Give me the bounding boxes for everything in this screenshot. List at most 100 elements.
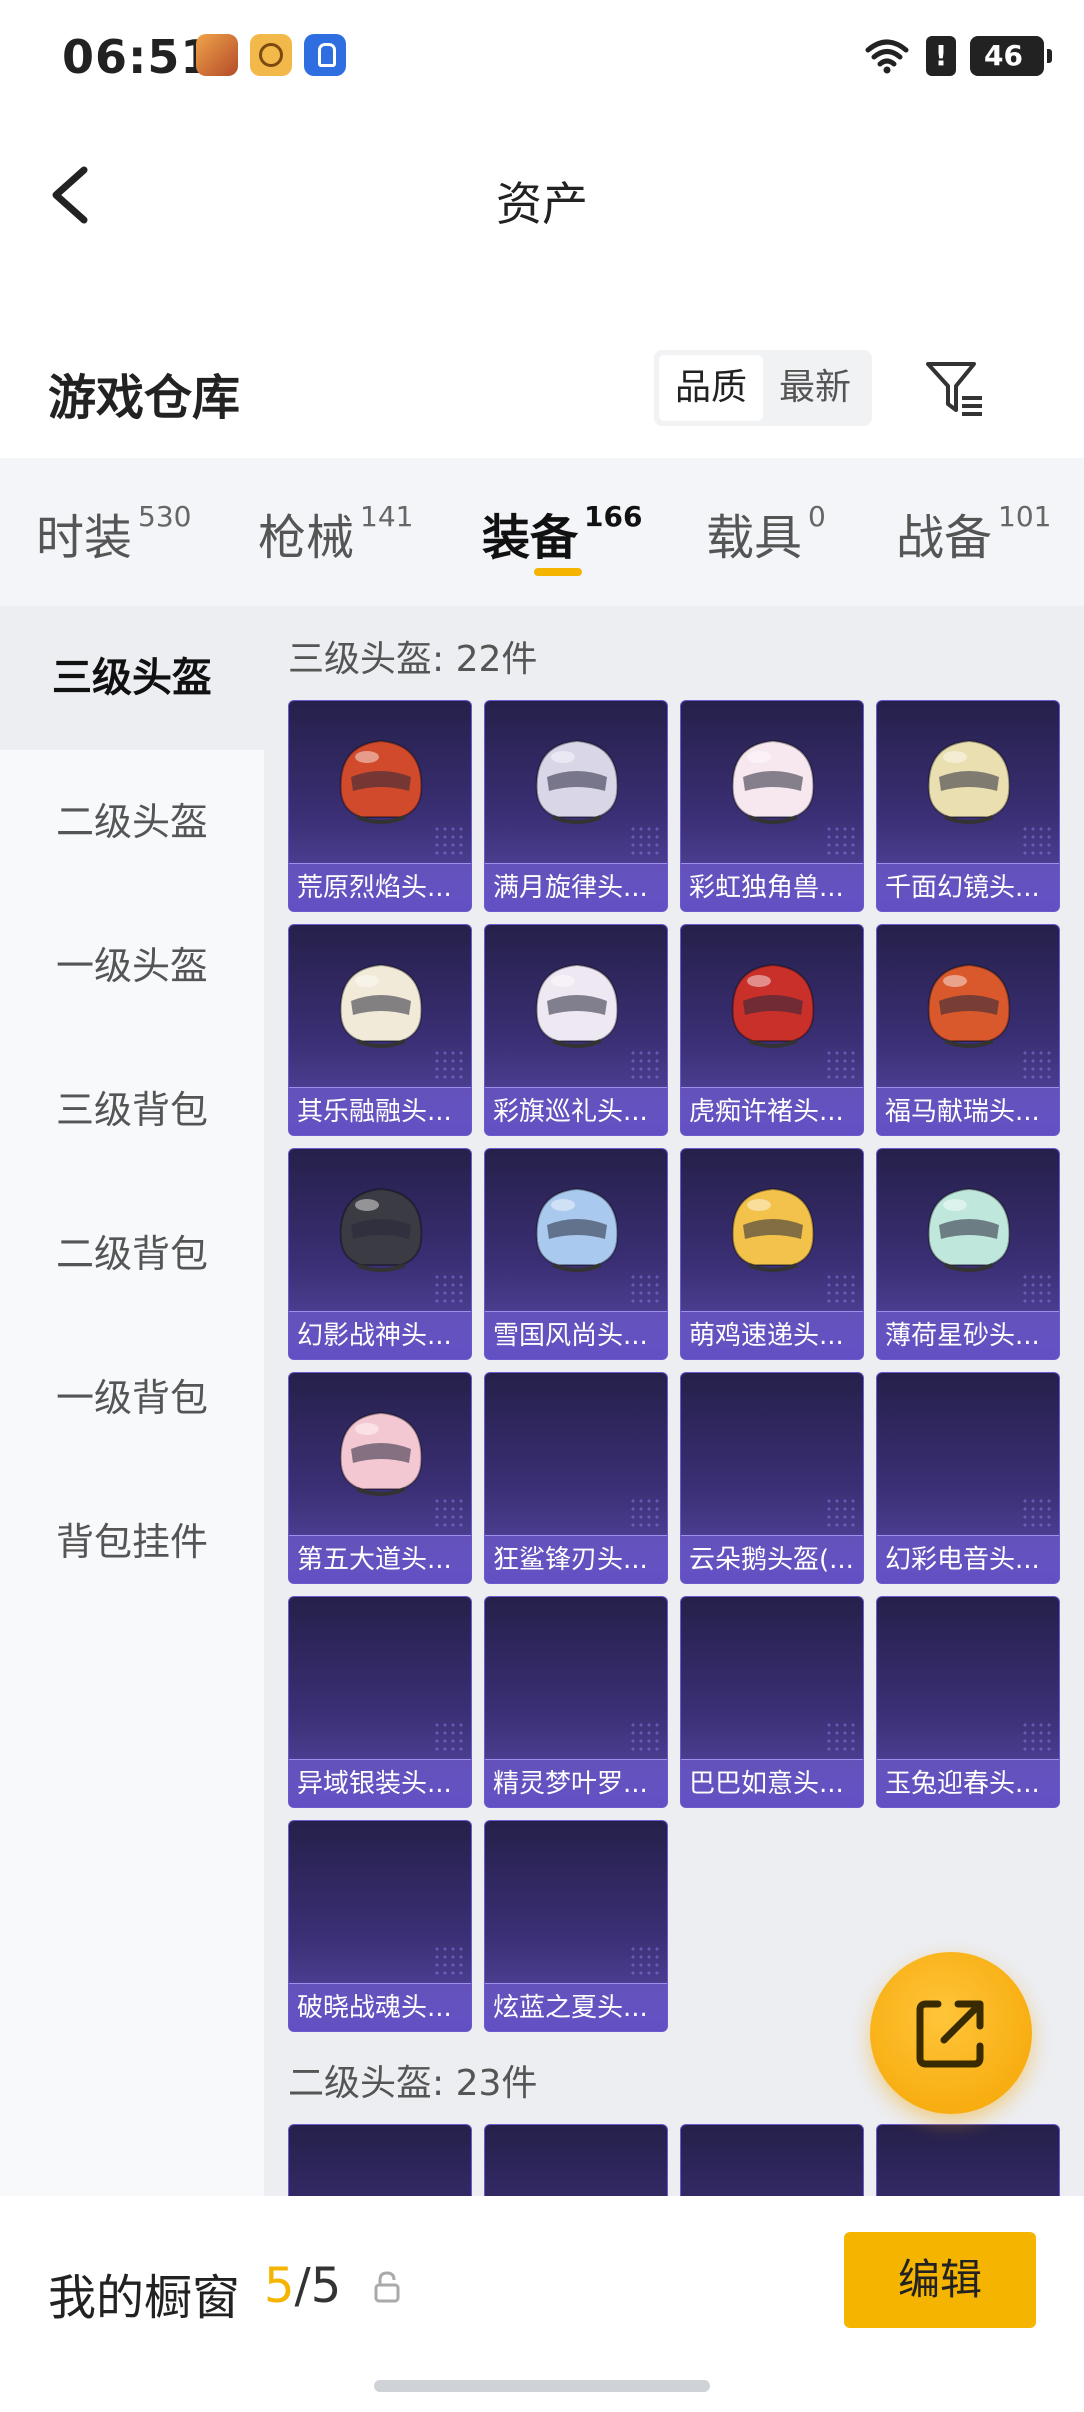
game-app-icon: [196, 34, 238, 76]
showcase-label: 我的橱窗: [48, 2270, 241, 2326]
tab-count: 141: [360, 500, 414, 533]
sort-toggle: 品质 最新: [654, 350, 872, 426]
item-card[interactable]: 云朵鹅头盔(...: [680, 1372, 864, 1584]
battery-icon: 46: [970, 36, 1052, 76]
sidebar-item-level2-helmet[interactable]: 二级头盔: [0, 750, 264, 894]
card-pattern: [1021, 1049, 1051, 1079]
status-bar: 06:51 ! 46: [0, 0, 1084, 110]
item-card[interactable]: 玉兔迎春头...: [876, 1596, 1060, 1808]
warehouse-header: 游戏仓库 品质 最新: [0, 330, 1084, 450]
item-card[interactable]: 幻彩电音头...: [876, 1372, 1060, 1584]
card-pattern: [825, 1721, 855, 1751]
item-card[interactable]: 破晓战魂头...: [288, 1820, 472, 2032]
tab-equipment[interactable]: 装备 166: [482, 498, 642, 568]
item-name: 云朵鹅头盔(...: [681, 1535, 863, 1583]
sidebar-item-level2-backpack[interactable]: 二级背包: [0, 1182, 264, 1326]
card-pattern: [629, 1049, 659, 1079]
showcase-separator: /: [294, 2258, 311, 2314]
item-name: 荒原烈焰头...: [289, 863, 471, 911]
tab-firearms[interactable]: 枪械 141: [258, 498, 413, 568]
item-name: 狂鲨锋刃头...: [485, 1535, 667, 1583]
item-grid: [288, 2124, 1068, 2196]
card-pattern: [825, 1273, 855, 1303]
item-card[interactable]: [484, 2124, 668, 2196]
item-name: 幻彩电音头...: [877, 1535, 1059, 1583]
item-name: 萌鸡速递头...: [681, 1311, 863, 1359]
helmet-icon: [731, 963, 815, 1048]
tab-label: 战备: [896, 510, 993, 566]
sidebar-item-backpack-pendant[interactable]: 背包挂件: [0, 1470, 264, 1614]
card-pattern: [433, 1497, 463, 1527]
item-card[interactable]: 其乐融融头...: [288, 924, 472, 1136]
item-name: 异域银装头...: [289, 1759, 471, 1807]
sidebar-item-level3-helmet[interactable]: 三级头盔: [0, 606, 264, 750]
lightbulb-app-icon: [304, 34, 346, 76]
item-card[interactable]: 虎痴许褚头...: [680, 924, 864, 1136]
item-card[interactable]: 精灵梦叶罗...: [484, 1596, 668, 1808]
item-card[interactable]: 满月旋律头...: [484, 700, 668, 912]
item-card[interactable]: 第五大道头...: [288, 1372, 472, 1584]
status-time: 06:51: [62, 30, 214, 84]
item-card[interactable]: 狂鲨锋刃头...: [484, 1372, 668, 1584]
page-title: 资产: [496, 177, 588, 231]
item-name: 幻影战神头...: [289, 1311, 471, 1359]
item-card[interactable]: 巴巴如意头...: [680, 1596, 864, 1808]
item-name: 雪国风尚头...: [485, 1311, 667, 1359]
tab-label: 载具: [706, 510, 803, 566]
card-pattern: [433, 825, 463, 855]
sidebar: 三级头盔 二级头盔 一级头盔 三级背包 二级背包 一级背包 背包挂件: [0, 606, 264, 2196]
warehouse-title: 游戏仓库: [48, 370, 241, 426]
helmet-icon: [535, 739, 619, 824]
helmet-icon: [339, 963, 423, 1048]
share-button[interactable]: [870, 1952, 1032, 2114]
showcase-total: 5: [310, 2258, 342, 2314]
tab-vehicles[interactable]: 载具 0: [706, 498, 826, 568]
helmet-icon: [731, 739, 815, 824]
item-name: 巴巴如意头...: [681, 1759, 863, 1807]
item-name: 虎痴许褚头...: [681, 1087, 863, 1135]
tab-outfit[interactable]: 时装 530: [36, 498, 191, 568]
edit-button[interactable]: 编辑: [844, 2232, 1036, 2328]
sort-newest-button[interactable]: 最新: [763, 355, 867, 421]
tab-count: 101: [998, 500, 1052, 533]
item-card[interactable]: [680, 2124, 864, 2196]
item-card[interactable]: 千面幻镜头...: [876, 700, 1060, 912]
tab-count: 166: [584, 500, 643, 533]
section-title: 二级头盔: 23件: [288, 2063, 538, 2104]
item-card[interactable]: 异域银装头...: [288, 1596, 472, 1808]
item-card[interactable]: 彩旗巡礼头...: [484, 924, 668, 1136]
item-card[interactable]: 福马献瑞头...: [876, 924, 1060, 1136]
item-card[interactable]: 雪国风尚头...: [484, 1148, 668, 1360]
helmet-icon: [339, 739, 423, 824]
item-card[interactable]: 彩虹独角兽...: [680, 700, 864, 912]
card-pattern: [433, 1945, 463, 1975]
category-tabs: 时装 530 枪械 141 装备 166 载具 0 战备 101: [0, 458, 1084, 606]
sidebar-item-level1-helmet[interactable]: 一级头盔: [0, 894, 264, 1038]
active-tab-indicator: [534, 568, 582, 576]
alert-icon: !: [926, 36, 956, 76]
helmet-icon: [339, 1187, 423, 1272]
item-card[interactable]: 荒原烈焰头...: [288, 700, 472, 912]
showcase-bar: 我的橱窗 5/5 编辑: [0, 2196, 1084, 2412]
card-pattern: [1021, 1497, 1051, 1527]
card-pattern: [433, 1721, 463, 1751]
card-pattern: [1021, 1721, 1051, 1751]
wifi-icon: [865, 39, 909, 74]
share-icon: [916, 2000, 984, 2068]
item-name: 其乐融融头...: [289, 1087, 471, 1135]
item-card[interactable]: [288, 2124, 472, 2196]
item-card[interactable]: 幻影战神头...: [288, 1148, 472, 1360]
sidebar-item-level3-backpack[interactable]: 三级背包: [0, 1038, 264, 1182]
top-header: 资产: [0, 130, 1084, 260]
tab-gear[interactable]: 战备 101: [896, 498, 1051, 568]
item-card[interactable]: 薄荷星砂头...: [876, 1148, 1060, 1360]
sort-quality-button[interactable]: 品质: [659, 355, 763, 421]
filter-icon[interactable]: [922, 356, 988, 422]
helmet-icon: [339, 1411, 423, 1496]
lock-icon: [374, 2271, 400, 2303]
item-card[interactable]: [876, 2124, 1060, 2196]
item-card[interactable]: 炫蓝之夏头...: [484, 1820, 668, 2032]
item-card[interactable]: 萌鸡速递头...: [680, 1148, 864, 1360]
card-pattern: [629, 1273, 659, 1303]
sidebar-item-level1-backpack[interactable]: 一级背包: [0, 1326, 264, 1470]
